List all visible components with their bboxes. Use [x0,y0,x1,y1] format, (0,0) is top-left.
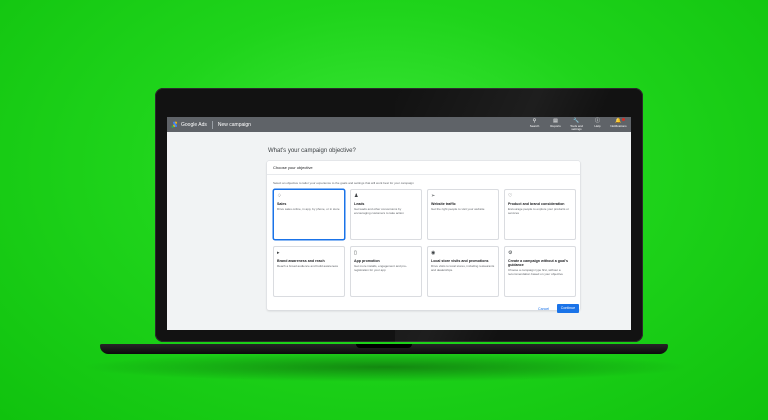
objective-question: What's your campaign objective? [268,148,356,154]
laptop-notch [356,344,412,348]
objective-tile-no-goal[interactable]: ⚙ Create a campaign without a goal's gui… [504,246,576,297]
tools-and-settings-button[interactable]: 🔧 Tools and settings [566,118,587,131]
app-header: Google Ads New campaign ⚲ Search ▤ Repor… [167,117,631,132]
objective-title: Sales [277,202,287,206]
objective-tile-local-store[interactable]: ◉ Local store visits and promotions Driv… [427,246,499,297]
objective-desc: Get leads and other conversions by encou… [354,207,404,215]
objective-title: App promotion [354,259,380,263]
card-title: Choose your objective [267,161,580,175]
search-button[interactable]: ⚲ Search [524,118,545,131]
objective-title: Product and brand consideration [508,202,565,206]
page-title: New campaign [217,121,251,128]
objective-title: Local store visits and promotions [431,259,489,263]
objective-desc: Choose a campaign type first, without a … [508,268,563,276]
objective-desc: Drive sales online, in app, by phone, or… [277,207,340,211]
objective-title: Leads [354,202,365,206]
objective-tile-sales[interactable]: ♢ Sales Drive sales online, in app, by p… [273,189,345,240]
laptop-screen: Google Ads New campaign ⚲ Search ▤ Repor… [167,117,631,330]
laptop-base [100,344,668,354]
product-name: Google Ads [181,121,207,128]
people-icon: ♟ [354,193,359,199]
objective-tile-leads[interactable]: ♟ Leads Get leads and other conversions … [350,189,422,240]
help-button[interactable]: ⓘ Help [587,118,608,131]
cancel-button[interactable]: Cancel [538,307,549,311]
phone-icon: ▯ [354,250,357,256]
objective-title: Brand awareness and reach [277,259,325,263]
header-actions: ⚲ Search ▤ Reports 🔧 Tools and settings … [524,118,629,131]
objective-tile-website-traffic[interactable]: ➢ Website traffic Get the right people t… [427,189,499,240]
objective-grid: ♢ Sales Drive sales online, in app, by p… [273,189,576,297]
card-subtitle: Select an objective to tailor your exper… [273,181,414,185]
objective-card: Choose your objective Select an objectiv… [267,161,580,310]
objective-tile-awareness[interactable]: ▸ Brand awareness and reach Reach a broa… [273,246,345,297]
laptop-lid: Google Ads New campaign ⚲ Search ▤ Repor… [155,88,643,342]
google-ads-logo[interactable]: Google Ads [171,121,207,128]
objective-tile-app-promotion[interactable]: ▯ App promotion Get more installs, engag… [350,246,422,297]
notification-badge [622,118,625,121]
laptop-shadow [80,352,690,382]
megaphone-icon: ▸ [277,250,280,256]
objective-desc: Encourage people to explore your product… [508,207,569,215]
tag-icon: ♢ [277,193,282,199]
objective-title: Create a campaign without a goal's guida… [508,259,568,267]
location-pin-icon: ◉ [431,250,436,256]
objective-tile-consideration[interactable]: ♡ Product and brand consideration Encour… [504,189,576,240]
objective-desc: Get more installs, engagement and pre-re… [354,264,407,272]
objective-title: Website traffic [431,202,456,206]
notifications-button[interactable]: 🔔 Notifications [608,118,629,131]
gear-icon: ⚙ [508,250,513,256]
header-divider [211,120,213,129]
continue-button[interactable]: Continue [557,304,579,313]
objective-desc: Get the right people to visit your websi… [431,207,485,211]
heart-icon: ♡ [508,193,513,199]
objective-desc: Reach a broad audience and build awarene… [277,264,339,268]
google-ads-logo-icon [171,121,178,128]
objective-desc: Drive visits to local stores, including … [431,264,495,272]
cursor-icon: ➢ [431,193,436,199]
reports-button[interactable]: ▤ Reports [545,118,566,131]
